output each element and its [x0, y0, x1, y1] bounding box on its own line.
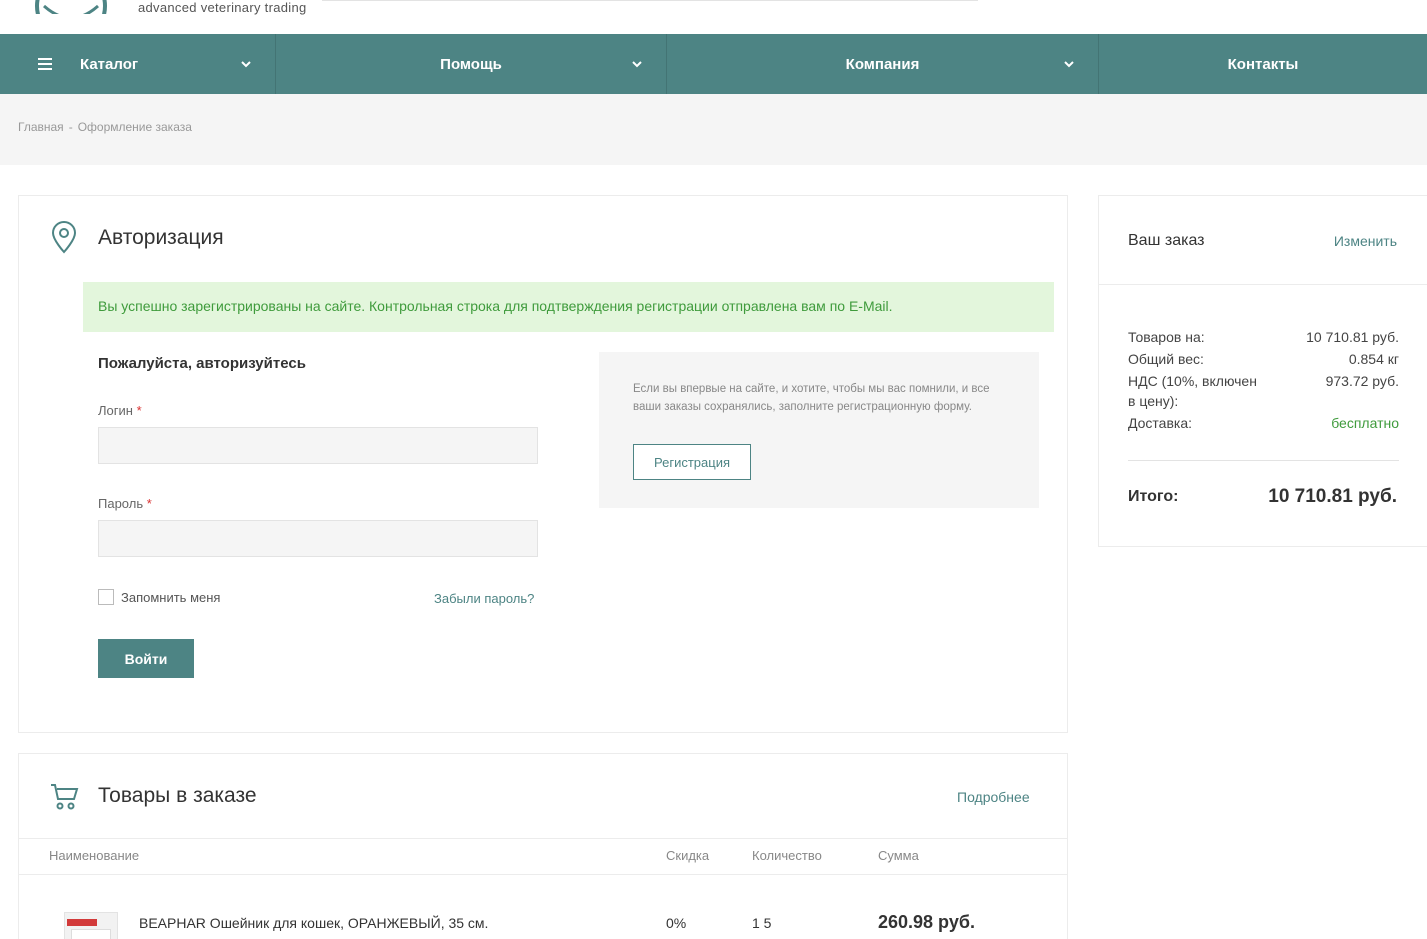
product-quantity: 1 5 — [752, 915, 772, 931]
order-row-label: Товаров на: — [1128, 329, 1205, 345]
register-hint: Если вы впервые на сайте, и хотите, чтоб… — [633, 383, 990, 413]
breadcrumb-separator: - — [68, 120, 73, 134]
register-button[interactable]: Регистрация — [633, 444, 751, 480]
product-image-stripe — [67, 919, 97, 926]
main-nav: Каталог Помощь Компания Контакты — [0, 34, 1427, 94]
breadcrumb-bar: Главная - Оформление заказа — [0, 94, 1427, 165]
order-row-weight: Общий вес: 0.854 кг — [1128, 351, 1399, 367]
order-total-label: Итого: — [1128, 488, 1179, 505]
order-row-value: 0.854 кг — [1348, 351, 1399, 367]
register-panel: Если вы впервые на сайте, и хотите, чтоб… — [599, 352, 1039, 508]
login-input[interactable] — [98, 427, 538, 464]
order-edit-link[interactable]: Изменить — [1334, 233, 1397, 249]
site-logo[interactable] — [30, 0, 112, 14]
remember-label: Запомнить меня — [121, 589, 221, 605]
order-total-value: 10 710.81 руб. — [1268, 486, 1397, 507]
goods-header-divider — [19, 874, 1067, 875]
success-alert: Вы успешно зарегистрированы на сайте. Ко… — [83, 282, 1054, 332]
chevron-down-icon — [632, 61, 642, 68]
auth-section: Авторизация Вы успешно зарегистрированы … — [18, 195, 1068, 733]
order-row-delivery: Доставка: бесплатно — [1128, 415, 1399, 431]
nav-item-contacts[interactable]: Контакты — [1099, 34, 1427, 94]
product-discount: 0% — [666, 915, 687, 931]
column-header-discount: Скидка — [666, 848, 710, 863]
nav-item-label: Компания — [845, 55, 920, 73]
goods-details-link[interactable]: Подробнее — [957, 789, 1030, 805]
order-summary-header: Ваш заказ Изменить — [1099, 196, 1427, 285]
password-input[interactable] — [98, 520, 538, 557]
order-row-label: Общий вес: — [1128, 351, 1204, 367]
nav-item-help[interactable]: Помощь — [276, 34, 667, 94]
location-pin-icon — [51, 221, 77, 254]
password-label: Пароль * — [98, 496, 152, 511]
column-header-sum: Сумма — [878, 848, 919, 863]
order-divider — [1128, 460, 1399, 461]
product-name[interactable]: BEAPHAR Ошейник для кошек, ОРАНЖЕВЫЙ, 35… — [139, 915, 488, 931]
remember-checkbox[interactable] — [98, 589, 114, 605]
chevron-down-icon — [1064, 61, 1074, 68]
nav-item-label: Помощь — [440, 55, 502, 73]
order-row-value: 10 710.81 руб. — [1306, 329, 1399, 345]
breadcrumb-home[interactable]: Главная — [18, 120, 64, 134]
order-row-vat: НДС (10%, включен в цену): 973.72 руб. — [1128, 371, 1399, 411]
header-divider — [322, 0, 978, 1]
order-row-goods: Товаров на: 10 710.81 руб. — [1128, 329, 1399, 345]
nav-item-catalog[interactable]: Каталог — [0, 34, 276, 94]
login-subtitle: Пожалуйста, авторизуйтесь — [98, 355, 306, 372]
product-image-box — [71, 929, 111, 939]
column-header-quantity: Количество — [752, 848, 822, 863]
required-mark: * — [146, 496, 152, 511]
order-row-value: 973.72 руб. — [1325, 373, 1399, 389]
remember-me[interactable]: Запомнить меня — [98, 589, 220, 605]
goods-divider — [19, 838, 1067, 839]
auth-title: Авторизация — [98, 226, 224, 249]
column-header-name: Наименование — [49, 848, 140, 863]
chevron-down-icon — [241, 61, 251, 68]
nav-item-label: Каталог — [80, 55, 139, 73]
login-label-text: Логин — [98, 403, 133, 418]
login-label: Логин * — [98, 403, 142, 418]
site-header: advanced veterinary trading — [0, 0, 1427, 34]
order-row-label: НДС (10%, включен в цену): — [1128, 373, 1257, 409]
order-summary: Ваш заказ Изменить Товаров на: 10 710.81… — [1098, 195, 1427, 547]
breadcrumb: Главная - Оформление заказа — [18, 120, 192, 134]
forgot-password-link[interactable]: Забыли пароль? — [434, 591, 534, 606]
required-mark: * — [136, 403, 142, 418]
product-sum: 260.98 руб. — [878, 912, 975, 932]
breadcrumb-current: Оформление заказа — [77, 120, 192, 134]
cart-icon — [51, 784, 79, 810]
goods-title: Товары в заказе — [98, 784, 257, 807]
nav-item-company[interactable]: Компания — [667, 34, 1099, 94]
goods-section: Товары в заказе Подробнее Наименование С… — [18, 753, 1068, 939]
login-button[interactable]: Войти — [98, 639, 194, 678]
nav-item-label: Контакты — [1227, 55, 1299, 73]
order-row-value: бесплатно — [1331, 415, 1399, 431]
menu-icon — [38, 58, 52, 70]
order-title: Ваш заказ — [1128, 232, 1205, 249]
product-image[interactable] — [64, 912, 118, 939]
password-label-text: Пароль — [98, 496, 144, 511]
site-tagline: advanced veterinary trading — [138, 0, 307, 15]
order-row-label: Доставка: — [1128, 415, 1193, 431]
